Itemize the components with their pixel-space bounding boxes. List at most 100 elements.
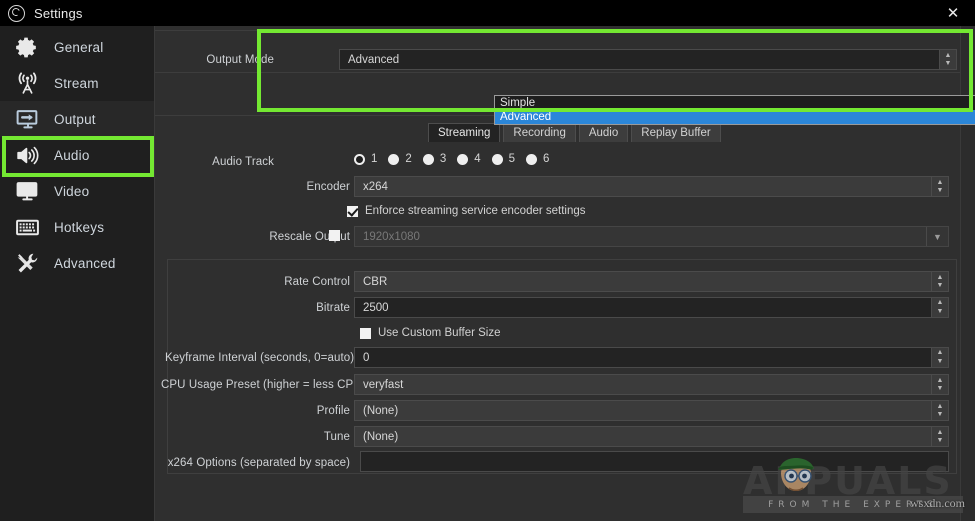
audio-track-radio-group: 1 2 3 4 5 6 [354, 153, 560, 165]
tab-audio[interactable]: Audio [578, 123, 629, 142]
output-tabs: Streaming Recording Audio Replay Buffer [428, 123, 724, 142]
sidebar-item-advanced[interactable]: Advanced [0, 245, 154, 281]
checkbox-icon [329, 230, 340, 241]
tune-label: Tune [323, 431, 350, 443]
divider [155, 30, 960, 31]
audio-track-radio-4[interactable]: 4 [457, 153, 481, 165]
spinner-arrows-icon[interactable]: ▲ ▼ [931, 348, 948, 367]
sidebar-item-label: Advanced [54, 255, 116, 271]
sidebar-item-video[interactable]: Video [0, 173, 154, 209]
combobox-arrows-icon: ▲ ▼ [931, 177, 948, 196]
obs-logo-icon [8, 4, 25, 22]
rate-control-value: CBR [363, 275, 388, 288]
enforce-encoder-settings-checkbox[interactable]: Enforce streaming service encoder settin… [347, 205, 586, 217]
output-mode-combobox[interactable]: Advanced ▲ ▼ [339, 49, 957, 70]
audio-track-radio-2[interactable]: 2 [388, 153, 412, 165]
dropdown-option-advanced[interactable]: Advanced [495, 110, 975, 124]
keyframe-interval-input[interactable]: 0 ▲ ▼ [354, 347, 949, 368]
obs-settings-window: Settings ✕ General Stream Output Audio V… [0, 0, 975, 521]
rate-control-combobox[interactable]: CBR ▲ ▼ [354, 271, 949, 292]
bitrate-value: 2500 [363, 301, 389, 314]
rescale-output-combobox[interactable]: 1920x1080 ▼ [354, 226, 949, 247]
audio-track-radio-5[interactable]: 5 [491, 153, 516, 165]
sidebar-item-label: Output [54, 111, 96, 127]
broadcast-icon [14, 71, 41, 96]
radio-label: 3 [439, 153, 447, 165]
tune-value: (None) [363, 430, 399, 443]
chevron-down-icon: ▼ [926, 227, 948, 246]
output-mode-dropdown-list[interactable]: Simple Advanced [494, 95, 975, 125]
tools-icon [14, 251, 41, 276]
radio-dot-icon [354, 153, 365, 165]
combobox-arrows-icon: ▲ ▼ [931, 427, 948, 446]
radio-label: 1 [371, 153, 378, 165]
profile-combobox[interactable]: (None) ▲ ▼ [354, 400, 949, 421]
monitor-arrow-icon [14, 107, 41, 132]
output-settings-pane: Output Mode Advanced ▲ ▼ Streaming Record… [155, 26, 975, 521]
radio-dot-icon [491, 153, 503, 165]
bitrate-label: Bitrate [316, 302, 350, 314]
sidebar-item-stream[interactable]: Stream [0, 65, 154, 101]
output-mode-value: Advanced [348, 53, 400, 66]
tab-replay-buffer[interactable]: Replay Buffer [631, 123, 721, 142]
keyframe-interval-value: 0 [363, 351, 370, 364]
sidebar-item-label: Stream [54, 75, 99, 91]
sidebar-item-output[interactable]: Output [0, 101, 154, 137]
profile-label: Profile [316, 405, 350, 417]
settings-sidebar: General Stream Output Audio Video Hotkey… [0, 26, 155, 521]
sidebar-item-audio[interactable]: Audio [0, 137, 154, 173]
sidebar-item-hotkeys[interactable]: Hotkeys [0, 209, 154, 245]
tab-streaming[interactable]: Streaming [428, 123, 501, 142]
rescale-output-label: Rescale Output [269, 231, 350, 243]
encoder-value: x264 [363, 180, 388, 193]
radio-dot-icon [422, 153, 434, 165]
encoder-label: Encoder [306, 181, 350, 193]
combobox-arrows-icon: ▲ ▼ [931, 272, 948, 291]
enforce-encoder-settings-label: Enforce streaming service encoder settin… [365, 205, 586, 217]
sidebar-item-label: Video [54, 183, 90, 199]
rescale-output-checkbox[interactable] [329, 230, 340, 241]
keyframe-interval-label: Keyframe Interval (seconds, 0=auto) [165, 352, 355, 364]
radio-dot-icon [526, 153, 538, 165]
bitrate-input[interactable]: 2500 ▲ ▼ [354, 297, 949, 318]
encoder-combobox[interactable]: x264 ▲ ▼ [354, 176, 949, 197]
tab-recording[interactable]: Recording [503, 123, 576, 142]
rate-control-label: Rate Control [284, 276, 350, 288]
cpu-usage-preset-value: veryfast [363, 378, 404, 391]
dropdown-option-simple[interactable]: Simple [495, 96, 975, 110]
checkbox-icon [347, 205, 358, 217]
spinner-arrows-icon[interactable]: ▲ ▼ [931, 298, 948, 317]
sidebar-item-general[interactable]: General [0, 29, 154, 65]
speaker-icon [14, 143, 41, 168]
sidebar-item-label: Hotkeys [54, 219, 105, 235]
use-custom-buffer-size-label: Use Custom Buffer Size [378, 327, 501, 339]
use-custom-buffer-size-checkbox[interactable]: Use Custom Buffer Size [360, 327, 501, 339]
keyboard-icon [14, 215, 41, 240]
title-bar: Settings ✕ [0, 0, 975, 26]
divider [155, 72, 960, 73]
radio-label: 2 [405, 153, 412, 165]
close-icon[interactable]: ✕ [931, 0, 975, 26]
monitor-icon [14, 179, 41, 204]
cpu-usage-preset-combobox[interactable]: veryfast ▲ ▼ [354, 374, 949, 395]
gear-icon [14, 35, 41, 60]
watermark-url: wsxdn.com [910, 496, 965, 510]
sidebar-item-label: General [54, 39, 104, 55]
x264-options-label: x264 Options (separated by space) [167, 457, 350, 469]
audio-track-radio-3[interactable]: 3 [422, 153, 447, 165]
radio-label: 6 [543, 153, 550, 165]
profile-value: (None) [363, 404, 399, 417]
audio-track-label: Audio Track [212, 156, 274, 168]
output-mode-label: Output Mode [206, 54, 274, 66]
tune-combobox[interactable]: (None) ▲ ▼ [354, 426, 949, 447]
window-title: Settings [34, 5, 83, 21]
radio-dot-icon [388, 153, 400, 165]
radio-label: 5 [508, 153, 516, 165]
combobox-arrows-icon: ▲ ▼ [931, 401, 948, 420]
watermark: APPUALS FROM THE EXPERTS wsxdn.com [739, 457, 967, 519]
combobox-arrows-icon: ▲ ▼ [939, 50, 956, 69]
cpu-usage-preset-label: CPU Usage Preset (higher = less CPU) [161, 379, 366, 391]
audio-track-radio-6[interactable]: 6 [526, 153, 549, 165]
settings-content: Output Mode Advanced ▲ ▼ Streaming Record… [155, 26, 975, 521]
audio-track-radio-1[interactable]: 1 [354, 153, 377, 165]
